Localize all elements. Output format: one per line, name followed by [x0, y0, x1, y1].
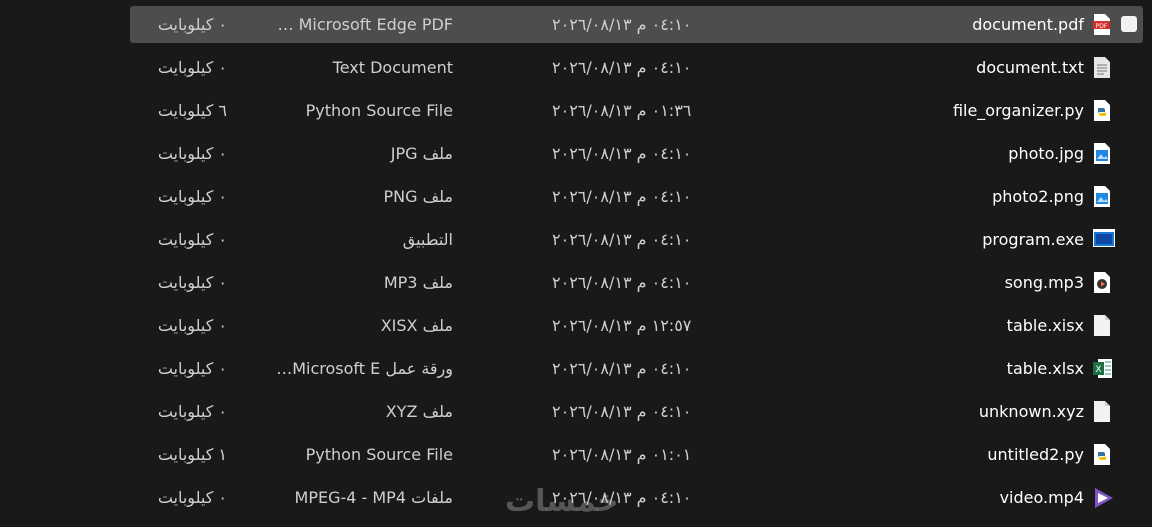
- blank-file-icon: [1093, 401, 1111, 422]
- file-name: table.xisx: [1006, 316, 1084, 335]
- file-date-modified: ٠٤:١٠ م ٢٠٢٦/٠٨/١٣: [552, 15, 692, 34]
- pdf-icon: PDF: [1093, 14, 1111, 35]
- file-row[interactable]: untitled2.py ٠١:٠١ م ٢٠٢٦/٠٨/١٣ Python Sou…: [130, 436, 1143, 473]
- file-row[interactable]: Xtable.xlsx ٠٤:١٠ م ٢٠٢٦/٠٨/١٣ ورقة عمل Mi…: [130, 350, 1143, 387]
- svg-text:X: X: [1095, 365, 1101, 375]
- file-row[interactable]: file_organizer.py ٠١:٣٦ م ٢٠٢٦/٠٨/١٣ Pytho…: [130, 92, 1143, 129]
- file-size: ٠ كيلوبايت: [157, 273, 227, 292]
- file-type: Text Document: [332, 58, 453, 77]
- file-row[interactable]: PDF document.pdf ٠٤:١٠ م ٢٠٢٦/٠٨/١٣ Microso…: [130, 6, 1143, 43]
- file-name: untitled2.py: [987, 445, 1084, 464]
- file-row[interactable]: document.txt ٠٤:١٠ م ٢٠٢٦/٠٨/١٣ Text Docum…: [130, 49, 1143, 86]
- file-size: ٠ كيلوبايت: [157, 58, 227, 77]
- file-date-modified: ٠٤:١٠ م ٢٠٢٦/٠٨/١٣: [552, 187, 692, 206]
- file-type: ملف XISX: [380, 316, 453, 335]
- file-date-modified: ٠١:٣٦ م ٢٠٢٦/٠٨/١٣: [552, 101, 692, 120]
- file-type: التطبيق: [402, 230, 453, 249]
- file-name: table.xlsx: [1006, 359, 1084, 378]
- svg-text:PDF: PDF: [1096, 23, 1108, 30]
- file-date-modified: ٠٤:١٠ م ٢٠٢٦/٠٨/١٣: [552, 359, 692, 378]
- file-date-modified: ٠١:٠١ م ٢٠٢٦/٠٨/١٣: [552, 445, 692, 464]
- exe-icon: [1093, 229, 1115, 250]
- file-type: Python Source File: [305, 445, 453, 464]
- file-size: ١ كيلوبايت: [157, 445, 227, 464]
- file-type: Python Source File: [305, 101, 453, 120]
- file-name: unknown.xyz: [978, 402, 1084, 421]
- file-name: photo2.png: [992, 187, 1084, 206]
- file-date-modified: ١٢:٥٧ م ٢٠٢٦/٠٨/١٣: [552, 316, 692, 335]
- file-size: ٠ كيلوبايت: [157, 144, 227, 163]
- file-name: song.mp3: [1004, 273, 1084, 292]
- image-file-icon: [1093, 186, 1111, 207]
- blank-file-icon: [1093, 315, 1111, 336]
- file-name: document.pdf: [972, 15, 1084, 34]
- excel-icon: X: [1093, 358, 1112, 379]
- file-size: ٠ كيلوبايت: [157, 187, 227, 206]
- file-type: ملف MP3: [383, 273, 453, 292]
- file-row[interactable]: program.exe ٠٤:١٠ م ٢٠٢٦/٠٨/١٣ التطبيق ٠ كي…: [130, 221, 1143, 258]
- file-name: photo.jpg: [1008, 144, 1084, 163]
- file-size: ٠ كيلوبايت: [157, 359, 227, 378]
- video-file-icon: [1093, 487, 1113, 508]
- file-type: ورقة عمل Microsoft E…: [276, 359, 453, 378]
- file-row[interactable]: photo.jpg ٠٤:١٠ م ٢٠٢٦/٠٨/١٣ ملف JPG ٠ كيلو…: [130, 135, 1143, 172]
- file-date-modified: ٠٤:١٠ م ٢٠٢٦/٠٨/١٣: [552, 273, 692, 292]
- file-size: ٠ كيلوبايت: [157, 230, 227, 249]
- file-type: ملف PNG: [383, 187, 453, 206]
- file-type: ملف JPG: [390, 144, 453, 163]
- file-date-modified: ٠٤:١٠ م ٢٠٢٦/٠٨/١٣: [552, 402, 692, 421]
- watermark-logo: خمسات: [505, 484, 619, 519]
- file-size: ٠ كيلوبايت: [157, 15, 227, 34]
- file-list: PDF document.pdf ٠٤:١٠ م ٢٠٢٦/٠٨/١٣ Microso…: [130, 6, 1143, 522]
- file-type: ملف XYZ: [385, 402, 453, 421]
- file-row[interactable]: table.xisx ١٢:٥٧ م ٢٠٢٦/٠٨/١٣ ملف XISX ٠ كي…: [130, 307, 1143, 344]
- file-size: ٠ كيلوبايت: [157, 316, 227, 335]
- python-file-icon: [1093, 100, 1111, 121]
- file-name: video.mp4: [999, 488, 1084, 507]
- image-file-icon: [1093, 143, 1111, 164]
- file-date-modified: ٠٤:١٠ م ٢٠٢٦/٠٨/١٣: [552, 58, 692, 77]
- select-checkbox[interactable]: [1121, 16, 1137, 32]
- text-doc-icon: [1093, 57, 1111, 78]
- file-size: ٠ كيلوبايت: [157, 488, 227, 507]
- file-name: program.exe: [982, 230, 1084, 249]
- file-type: Microsoft Edge PDF …: [277, 15, 453, 34]
- file-type: ملفات MPEG-4 - MP4: [294, 488, 453, 507]
- file-size: ٦ كيلوبايت: [157, 101, 227, 120]
- file-row[interactable]: photo2.png ٠٤:١٠ م ٢٠٢٦/٠٨/١٣ ملف PNG ٠ كيل…: [130, 178, 1143, 215]
- file-name: file_organizer.py: [952, 101, 1084, 120]
- file-row[interactable]: video.mp4 ٠٤:١٠ م ٢٠٢٦/٠٨/١٣ ملفات MPEG-4 …: [130, 479, 1143, 516]
- audio-file-icon: [1093, 272, 1111, 293]
- file-row[interactable]: song.mp3 ٠٤:١٠ م ٢٠٢٦/٠٨/١٣ ملف MP3 ٠ كيلوب…: [130, 264, 1143, 301]
- file-name: document.txt: [976, 58, 1084, 77]
- file-date-modified: ٠٤:١٠ م ٢٠٢٦/٠٨/١٣: [552, 144, 692, 163]
- file-size: ٠ كيلوبايت: [157, 402, 227, 421]
- file-row[interactable]: unknown.xyz ٠٤:١٠ م ٢٠٢٦/٠٨/١٣ ملف XYZ ٠ كي…: [130, 393, 1143, 430]
- python-file-icon: [1093, 444, 1111, 465]
- file-date-modified: ٠٤:١٠ م ٢٠٢٦/٠٨/١٣: [552, 230, 692, 249]
